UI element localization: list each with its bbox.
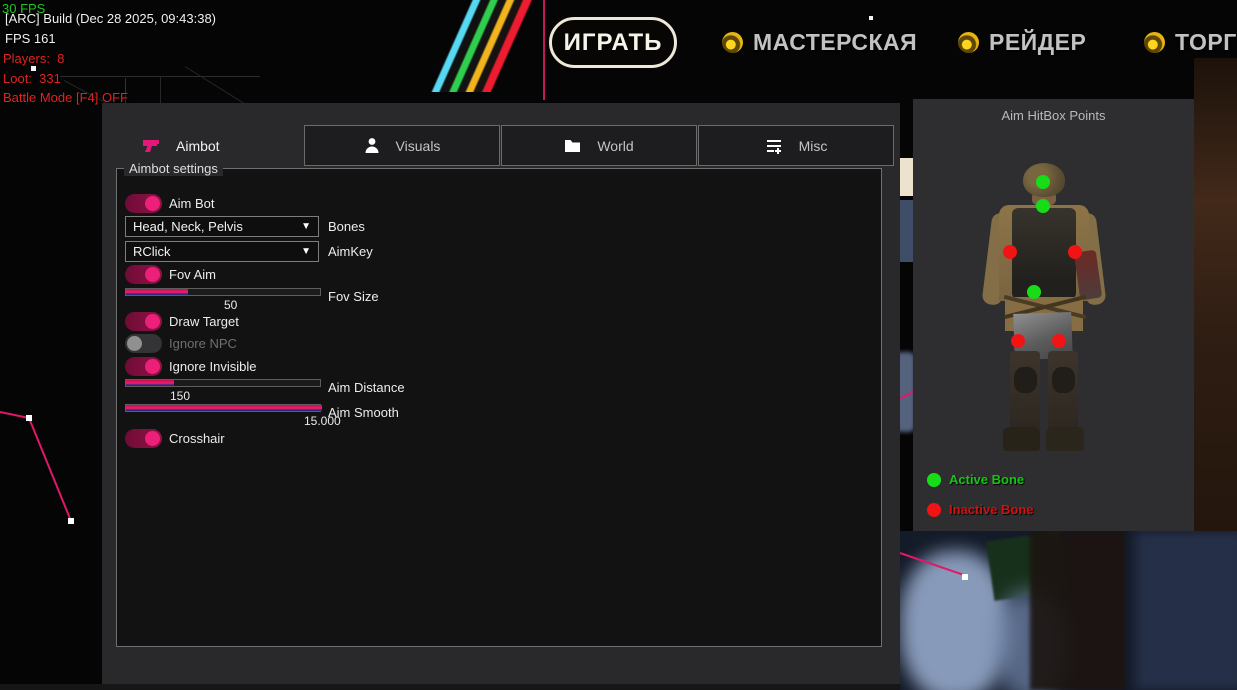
ignore-invisible-label: Ignore Invisible [169,359,256,374]
legend-inactive-bone: Inactive Bone [927,502,1034,517]
background-building [900,158,914,196]
scrap-coin-icon [1144,32,1165,53]
model-armor-vest [1012,208,1076,299]
background-blob [1135,531,1237,690]
aim-smooth-slider[interactable]: 15.000 [125,404,321,412]
bone-point-right-arm[interactable] [1068,245,1082,259]
esp-tracer-line [543,0,545,100]
toggle-knob [145,267,160,282]
bone-point-left-arm[interactable] [1003,245,1017,259]
pistol-icon [142,138,160,154]
nav-item-raider[interactable]: РЕЙДЕР [958,29,1086,56]
slider-fill [126,289,188,295]
toggle-knob [145,196,160,211]
bone-point-neck[interactable] [1036,199,1050,213]
bone-point-right-hip[interactable] [1052,334,1066,348]
toggle-knob [127,336,142,351]
background-column [1030,531,1125,690]
toggle-knob [145,359,160,374]
legend-label: Active Bone [949,472,1024,487]
play-button[interactable]: ИГРАТЬ [549,17,677,68]
loot-count: Loot: 331 [3,71,61,86]
tab-label: Misc [799,138,828,154]
hitbox-panel-title: Aim HitBox Points [913,108,1194,123]
bone-point-left-hip[interactable] [1011,334,1025,348]
bones-dropdown[interactable]: Head, Neck, Pelvis ▼ [125,216,319,237]
ignore-npc-toggle[interactable] [125,334,162,353]
legend-label: Inactive Bone [949,502,1034,517]
bones-label: Bones [328,219,365,234]
aimkey-dropdown[interactable]: RClick ▼ [125,241,319,262]
ignore-npc-label: Ignore NPC [169,336,237,351]
bones-dropdown-value: Head, Neck, Pelvis [133,219,243,234]
tab-world[interactable]: World [501,125,697,166]
bone-point-pelvis[interactable] [1027,285,1041,299]
nav-item-label: МАСТЕРСКАЯ [753,29,917,56]
nav-item-workshop[interactable]: МАСТЕРСКАЯ [722,29,917,56]
slider-fill [126,380,174,386]
fps-readout: FPS 161 [5,31,56,46]
tab-label: World [597,138,633,154]
aim-distance-value: 150 [170,389,190,403]
tab-aimbot[interactable]: Aimbot [142,125,220,166]
model-right-boot [1046,427,1084,451]
red-dot-icon [927,503,941,517]
scrap-coin-icon [722,32,743,53]
folder-icon [564,138,581,153]
background-building [900,200,914,262]
cheat-menu-panel: Aimbot Visuals World Misc [102,103,900,684]
chevron-down-icon: ▼ [301,221,311,232]
fov-aim-label: Fov Aim [169,267,216,282]
green-dot-icon [927,473,941,487]
neon-stripes [418,0,548,92]
nav-item-trade[interactable]: ТОРГО [1144,29,1237,56]
fov-size-label: Fov Size [328,289,379,304]
model-left-knee [1014,367,1037,393]
fov-aim-toggle[interactable] [125,265,162,284]
screen: 30 FPS [ARC] Build (Dec 28 2025, 09:43:3… [0,0,1237,690]
build-info: [ARC] Build (Dec 28 2025, 09:43:38) [5,11,216,26]
chevron-down-icon: ▼ [301,246,311,257]
background-strip [0,684,900,690]
model-left-boot [1003,427,1040,451]
fov-size-value: 50 [224,298,237,312]
draw-target-label: Draw Target [169,314,239,329]
tab-label: Aimbot [176,138,220,154]
person-icon [364,137,380,154]
nav-item-label: РЕЙДЕР [989,29,1086,56]
aimkey-dropdown-value: RClick [133,244,171,259]
aimkey-label: AimKey [328,244,373,259]
nav-item-label: ТОРГО [1175,29,1237,56]
aim-bot-toggle[interactable] [125,194,162,213]
aim-distance-label: Aim Distance [328,380,405,395]
toggle-knob [145,431,160,446]
tab-visuals[interactable]: Visuals [304,125,500,166]
group-title: Aimbot settings [124,161,223,176]
toggle-knob [145,314,160,329]
background-scene [900,531,1237,690]
sliders-plus-icon [765,137,783,154]
aim-distance-slider[interactable]: 150 [125,379,321,387]
slider-fill [126,405,322,411]
bone-point-head[interactable] [1036,175,1050,189]
esp-dot [962,574,968,580]
aim-bot-label: Aim Bot [169,196,215,211]
esp-dot [869,16,873,20]
aimbot-settings-group: Aimbot settings Aim Bot Head, Neck, Pelv… [116,168,882,647]
draw-target-toggle[interactable] [125,312,162,331]
fov-size-slider[interactable]: 50 [125,288,321,296]
background-rust-wall [1194,58,1237,531]
legend-active-bone: Active Bone [927,472,1024,487]
ignore-invisible-toggle[interactable] [125,357,162,376]
crosshair-label: Crosshair [169,431,225,446]
scrap-coin-icon [958,32,979,53]
aim-smooth-label: Aim Smooth [328,405,399,420]
players-count: Players: 8 [3,51,64,66]
crosshair-toggle[interactable] [125,429,162,448]
hitbox-panel: Aim HitBox Points [913,99,1194,531]
model-right-knee [1052,367,1075,393]
neon-lights-decor [418,0,548,92]
tab-misc[interactable]: Misc [698,125,894,166]
tab-label: Visuals [396,138,441,154]
